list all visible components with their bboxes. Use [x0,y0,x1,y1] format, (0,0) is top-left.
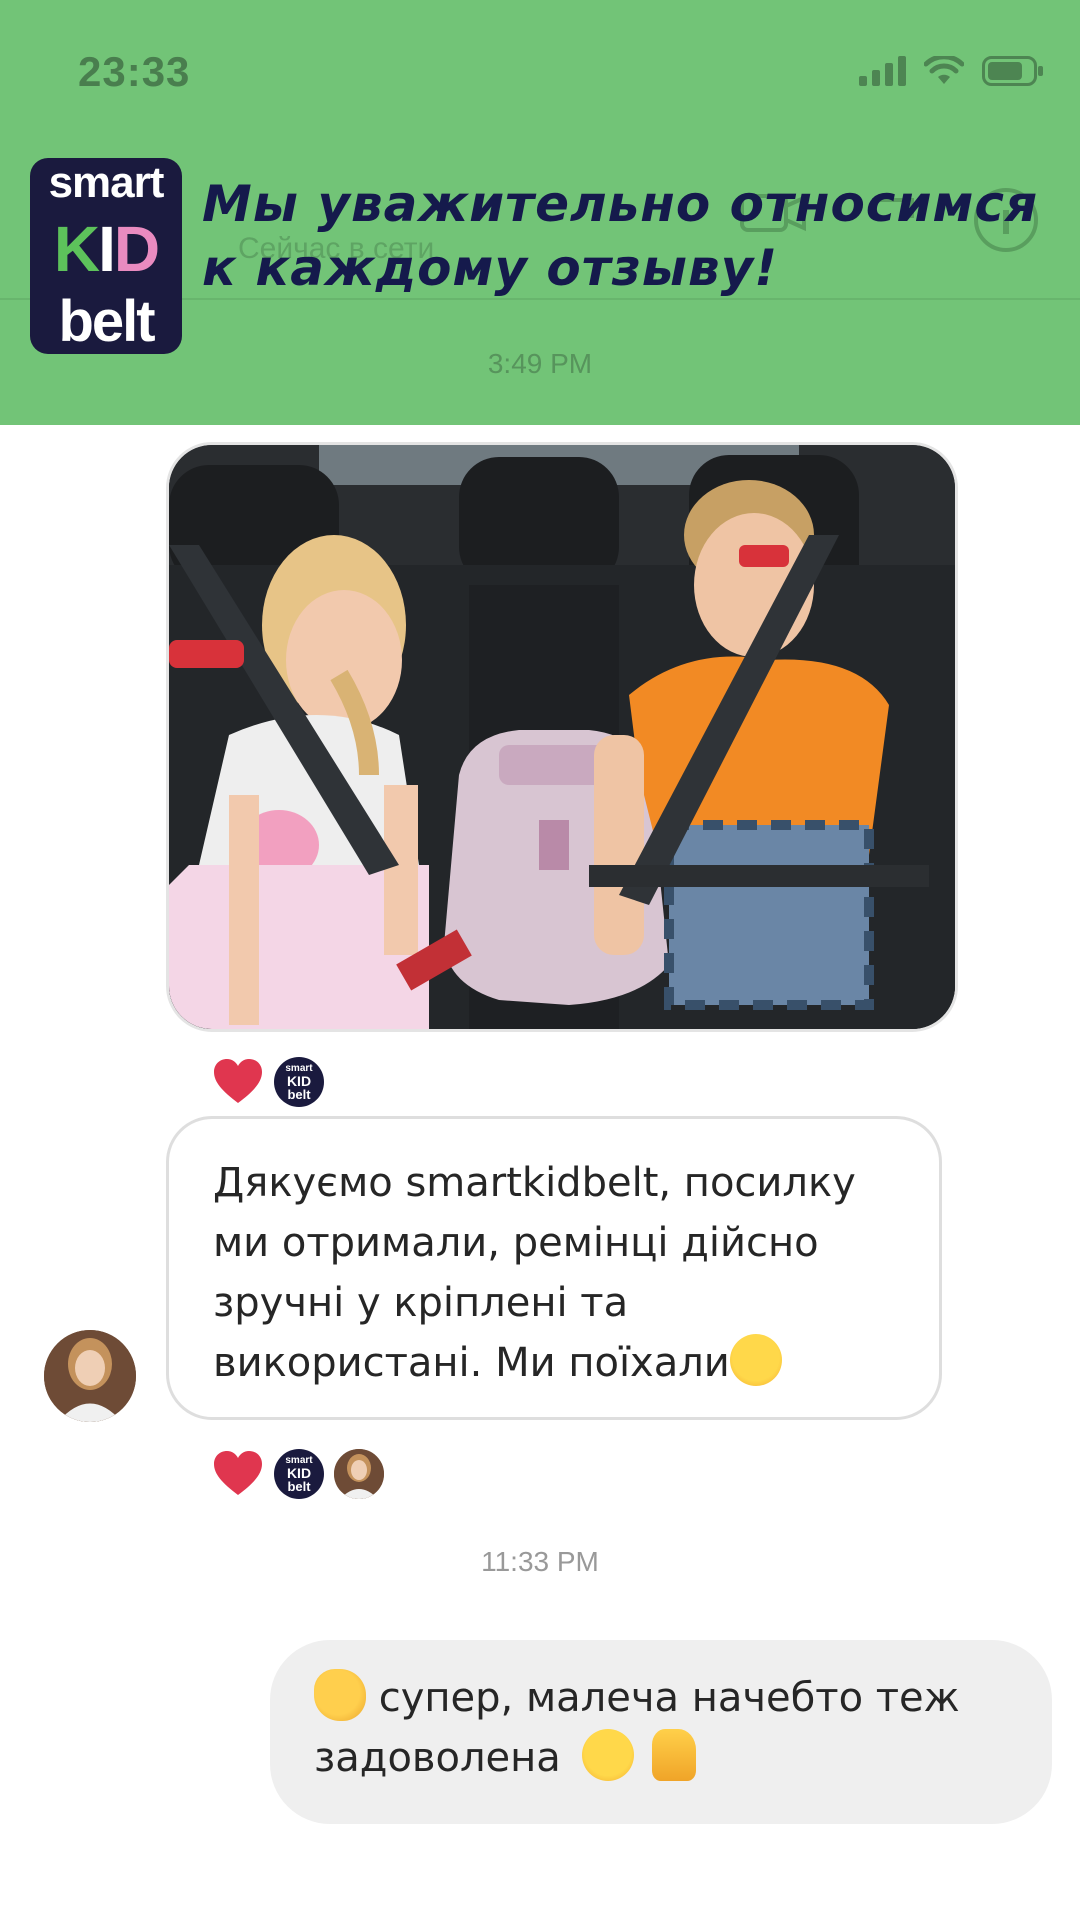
message-timestamp: 11:33 PM [481,1546,599,1577]
mini-logo-bottom: belt [287,1086,311,1102]
mini-logo-mid: KID [286,1072,312,1089]
message-line-1: супер, малеча начебто теж [314,1668,1012,1728]
mini-logo-mid: KID [286,1464,312,1481]
mini-logo-top: smart [285,1454,313,1466]
reactor-avatar-brand: smart KID belt [274,1449,324,1499]
grinning-face-icon [581,1729,634,1781]
brand-logo: smart KID belt [30,158,182,354]
message-text-line1: супер, малеча начебто теж [378,1675,960,1721]
status-time: 23:33 [78,48,191,95]
heart-icon [214,1059,262,1103]
message-reactions[interactable]: smart KID belt [212,1448,384,1500]
message-bubble-outgoing[interactable]: супер, малеча начебто теж задоволена [270,1640,1052,1824]
shared-photo[interactable] [166,442,958,1032]
mini-avatar-illustration [334,1449,384,1499]
clapping-hands-icon [314,1669,366,1721]
photo-reactions[interactable]: smart KID belt [212,1056,324,1108]
logo-word-smart: smart [48,157,165,207]
logo-word-belt: belt [58,288,155,354]
status-icons [859,56,1044,86]
banner-headline: Мы уважительно относимся к каждому отзыв… [202,175,1039,297]
logo-word-kid: KID [53,212,160,285]
hugging-face-icon [729,1334,782,1386]
mini-logo-top: smart [285,1062,313,1074]
message-text-line2: задоволена [314,1735,561,1781]
reactor-avatar-user [334,1449,384,1499]
sender-avatar[interactable] [44,1330,136,1422]
message-bubble-incoming[interactable]: Дякуємо smartkidbelt, посилку ми отримал… [166,1116,942,1420]
avatar-illustration [44,1330,136,1422]
reactor-avatar-brand: smart KID belt [274,1057,324,1107]
battery-icon [982,56,1043,86]
signal-icon [859,56,906,86]
heart-icon [214,1451,262,1495]
message-line-2: задоволена [314,1728,1012,1788]
mini-logo-bottom: belt [287,1478,311,1494]
promo-banner: 23:33 Сейчас в сети 3:49 PM smart KID be… [0,0,1080,425]
thumbs-up-icon [652,1729,697,1781]
photo-illustration [169,445,955,1029]
wifi-icon [924,56,964,84]
